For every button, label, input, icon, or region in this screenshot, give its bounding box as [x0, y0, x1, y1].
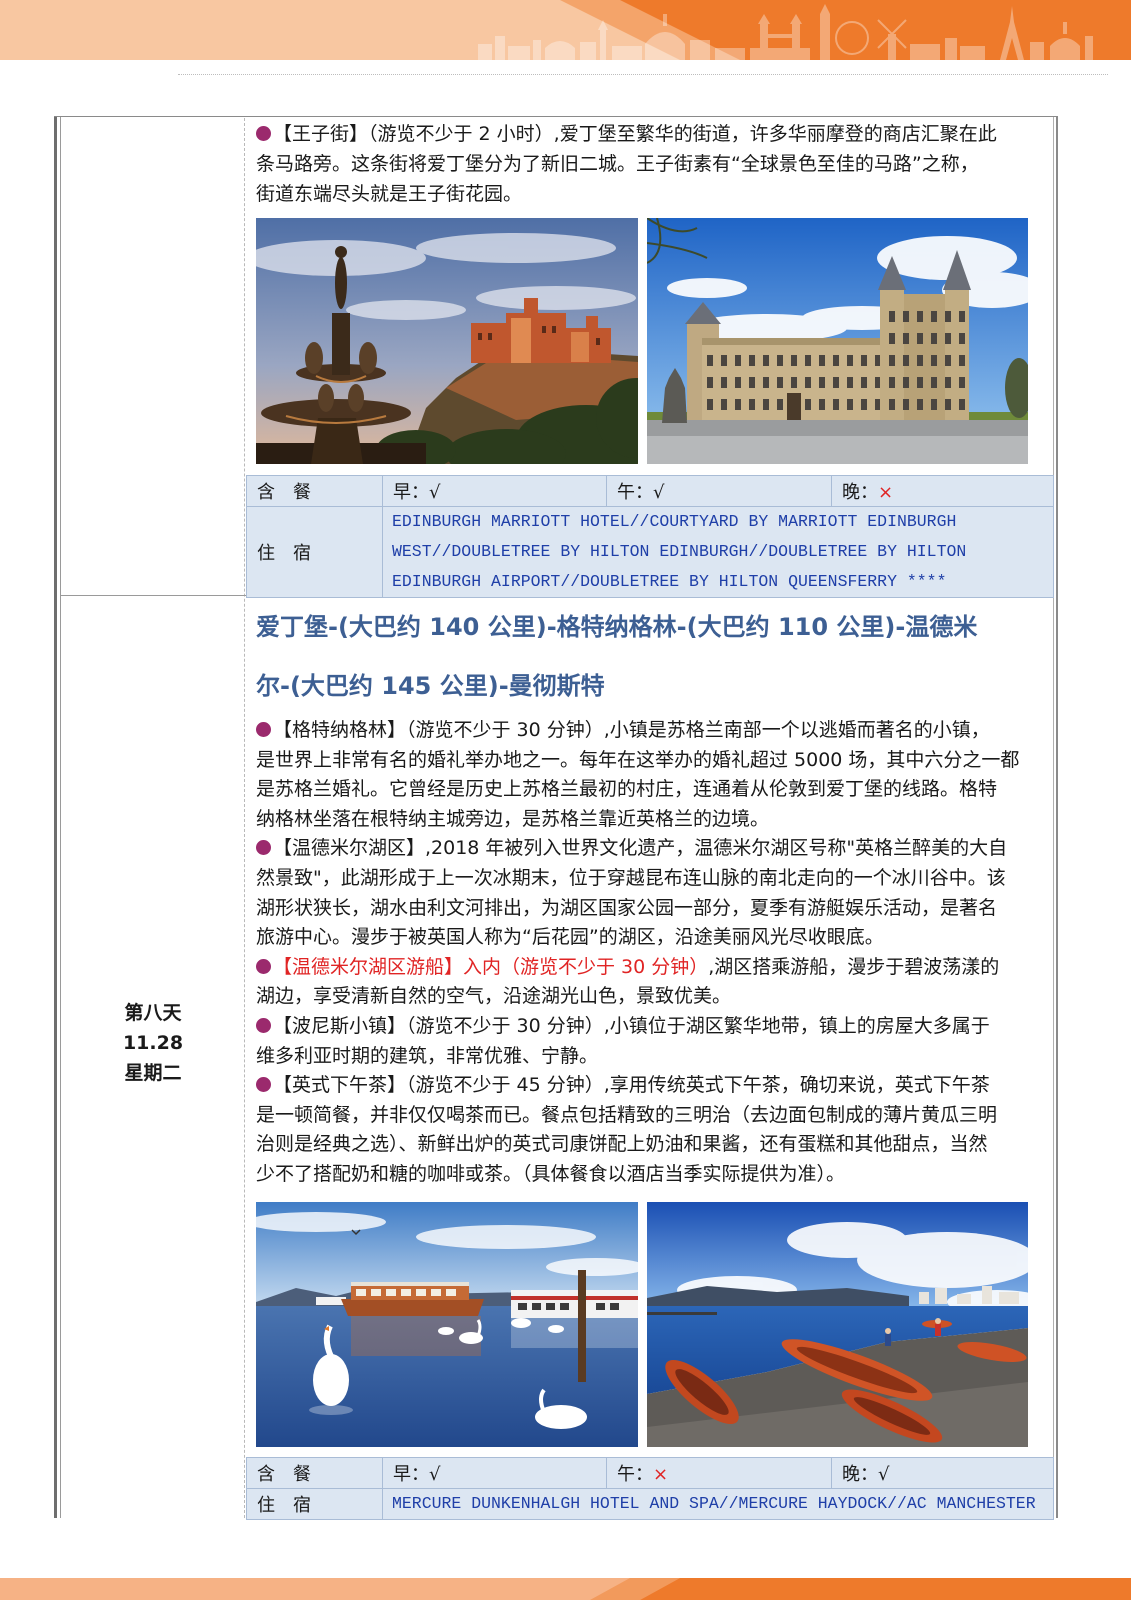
- footer-banner: [0, 1578, 1131, 1600]
- hotel-line: WEST//DOUBLETREE BY HILTON EDINBURGH//DO…: [392, 542, 967, 561]
- day7-prince-street-paragraph: 【王子街】（游览不少于 2 小时）,爱丁堡至繁华的街道，许多华丽摩登的商店汇聚在…: [256, 119, 1051, 209]
- breakfast-label: 早：: [393, 482, 429, 503]
- paragraph-line: 【王子街】（游览不少于 2 小时）,爱丁堡至繁华的街道，许多华丽摩登的商店汇聚在…: [256, 119, 1051, 149]
- row-separator: [60, 595, 246, 596]
- meal-row: 含 餐 早：√ 午：× 晚：√: [246, 1457, 1054, 1489]
- hotel-line: EDINBURGH MARRIOTT HOTEL//COURTYARD BY M…: [392, 512, 957, 531]
- hotel-label: 住 宿: [246, 506, 383, 598]
- hotel-row: 住 宿 MERCURE DUNKENHALGH HOTEL AND SPA//M…: [246, 1488, 1054, 1520]
- dinner-cross-icon: ×: [878, 482, 894, 503]
- paragraph-line: 是一顿简餐，并非仅仅喝茶而已。餐点包括精致的三明治（去边面包制成的薄片黄瓜三明: [256, 1103, 998, 1126]
- route-title-line: 尔-(大巴约 145 公里)-曼彻斯特: [256, 672, 605, 700]
- hotel-label: 住 宿: [246, 1488, 383, 1520]
- breakfast-check-icon: √: [429, 1464, 441, 1485]
- table-left-inner-border: [60, 117, 61, 1518]
- day7-meal-hotel-table: 含 餐 早：√ 午：√ 晚：× 住 宿 EDINBURGH MARRIOTT H…: [246, 475, 1054, 598]
- table-top-border: [54, 116, 1058, 117]
- dinner-label: 晚：: [842, 482, 878, 503]
- hotel-list: EDINBURGH MARRIOTT HOTEL//COURTYARD BY M…: [382, 506, 1054, 598]
- paragraph-line: 街道东端尽头就是王子街花园。: [256, 183, 523, 205]
- line-text: 【格特纳格林】（游览不少于 30 分钟）,小镇是苏格兰南部一个以逃婚而著名的小镇…: [273, 719, 990, 741]
- breakfast-check-icon: √: [429, 482, 441, 503]
- meal-label: 含 餐: [246, 1457, 383, 1489]
- lunch-label: 午：: [617, 482, 653, 503]
- hotel-row: 住 宿 EDINBURGH MARRIOTT HOTEL//COURTYARD …: [246, 506, 1054, 598]
- paragraph-line: 是苏格兰婚礼。它曾经是历史上苏格兰最初的村庄，连通着从伦敦到爱丁堡的线路。格特: [256, 778, 998, 801]
- lunch-check-icon: √: [653, 482, 665, 503]
- paragraph-line: 湖边，享受清新自然的空气，沿途湖光山色，景致优美。: [256, 985, 732, 1008]
- line-text: 【温德米尔湖区】,2018 年被列入世界文化遗产，温德米尔湖区号称"英格兰醉美的…: [273, 837, 1008, 860]
- itinerary-page: 【王子街】（游览不少于 2 小时）,爱丁堡至繁华的街道，许多华丽摩登的商店汇聚在…: [0, 0, 1131, 1600]
- dinner-label: 晚：: [842, 1464, 878, 1485]
- meal-label: 含 餐: [246, 475, 383, 507]
- paragraph-line: 湖形状狭长，湖水由利文河排出，为湖区国家公园一部分，夏季有游艇娱乐活动，是著名: [256, 896, 998, 919]
- lunch-cell: 午：×: [606, 1457, 832, 1489]
- day8-route-title: 爱丁堡-(大巴约 140 公里)-格特纳格林-(大巴约 110 公里)-温德米 …: [256, 598, 1051, 716]
- dinner-cell: 晚：√: [831, 1457, 1054, 1489]
- paragraph-line: 【格特纳格林】（游览不少于 30 分钟）,小镇是苏格兰南部一个以逃婚而著名的小镇…: [256, 716, 1051, 746]
- bullet-icon: [256, 126, 271, 141]
- photo-lake-swans-boats: [256, 1202, 638, 1447]
- paragraph-line: 然景致"，此湖形成于上一次冰期末，位于穿越昆布连山脉的南北走向的一个冰川谷中。该: [256, 866, 1006, 889]
- line-text: ,湖区搭乘游船，漫步于碧波荡漾的: [708, 955, 1000, 978]
- day8-label: 第八天 11.28 星期二: [60, 998, 246, 1088]
- lunch-cross-icon: ×: [653, 1464, 669, 1485]
- paragraph-line: 治则是经典之选）、新鲜出炉的英式司康饼配上奶油和果酱，还有蛋糕和其他甜点，当然: [256, 1133, 988, 1156]
- line-text: 【波尼斯小镇】（游览不少于 30 分钟）,小镇位于湖区繁华地带，镇上的房屋大多属…: [273, 1014, 990, 1037]
- column-separator: [244, 118, 245, 1518]
- photo-fountain-castle: [256, 218, 638, 464]
- paragraph-line: 少不了搭配奶和糖的咖啡或茶。（具体餐食以酒店当季实际提供为准）。: [256, 1162, 846, 1185]
- paragraph-line: 纳格林坐落在根特纳主城旁边，是苏格兰靠近英格兰的边境。: [256, 807, 770, 830]
- bullet-icon: [256, 1077, 271, 1093]
- day-number: 第八天: [124, 1002, 182, 1024]
- lunch-cell: 午：√: [606, 475, 832, 507]
- line-text: 【王子街】（游览不少于 2 小时）,爱丁堡至繁华的街道，许多华丽摩登的商店汇聚在…: [273, 123, 997, 145]
- day8-description: 【格特纳格林】（游览不少于 30 分钟）,小镇是苏格兰南部一个以逃婚而著名的小镇…: [256, 716, 1051, 1190]
- dinner-check-icon: √: [878, 1464, 890, 1485]
- header-divider: [178, 74, 1108, 75]
- breakfast-label: 早：: [393, 1464, 429, 1485]
- hotel-line: MERCURE DUNKENHALGH HOTEL AND SPA//MERCU…: [392, 1494, 1036, 1513]
- day-date: 11.28: [122, 1032, 184, 1054]
- paragraph-line: 【波尼斯小镇】（游览不少于 30 分钟）,小镇位于湖区繁华地带，镇上的房屋大多属…: [256, 1012, 1051, 1042]
- breakfast-cell: 早：√: [382, 1457, 607, 1489]
- meal-row: 含 餐 早：√ 午：√ 晚：×: [246, 475, 1054, 507]
- paragraph-line: 旅游中心。漫步于被英国人称为“后花园”的湖区，沿途美丽风光尽收眼底。: [256, 926, 884, 949]
- day8-meal-hotel-table: 含 餐 早：√ 午：× 晚：√ 住 宿 MERCURE DUNKENHALGH …: [246, 1457, 1054, 1520]
- bullet-icon: [256, 1017, 271, 1033]
- paragraph-line: 【温德米尔湖区游船】入内（游览不少于 30 分钟）,湖区搭乘游船，漫步于碧波荡漾…: [256, 953, 1051, 983]
- bullet-icon: [256, 958, 271, 974]
- hotel-line: EDINBURGH AIRPORT//DOUBLETREE BY HILTON …: [392, 572, 947, 591]
- paragraph-line: 【英式下午茶】（游览不少于 45 分钟）,享用传统英式下午茶，确切来说，英式下午…: [256, 1071, 1051, 1101]
- dinner-cell: 晚：×: [831, 475, 1054, 507]
- table-left-border: [54, 117, 57, 1518]
- breakfast-cell: 早：√: [382, 475, 607, 507]
- paragraph-line: 维多利亚时期的建筑，非常优雅、宁静。: [256, 1044, 599, 1067]
- bullet-icon: [256, 722, 271, 737]
- table-right-border: [1056, 117, 1058, 1518]
- photo-rowing-boats-shore: [647, 1202, 1028, 1447]
- header-banner: [0, 0, 1131, 60]
- bullet-icon: [256, 840, 271, 856]
- paragraph-line: 【温德米尔湖区】,2018 年被列入世界文化遗产，温德米尔湖区号称"英格兰醉美的…: [256, 834, 1051, 864]
- line-text: 【英式下午茶】（游览不少于 45 分钟）,享用传统英式下午茶，确切来说，英式下午…: [273, 1074, 990, 1097]
- day-weekday: 星期二: [124, 1062, 182, 1084]
- paragraph-line: 条马路旁。这条街将爱丁堡分为了新旧二城。王子街素有“全球景色至佳的马路”之称，: [256, 153, 979, 175]
- hotel-list: MERCURE DUNKENHALGH HOTEL AND SPA//MERCU…: [382, 1488, 1054, 1520]
- route-title-line: 爱丁堡-(大巴约 140 公里)-格特纳格林-(大巴约 110 公里)-温德米: [256, 613, 978, 641]
- highlight-text: 【温德米尔湖区游船】入内（游览不少于 30 分钟）: [273, 955, 709, 978]
- paragraph-line: 是世界上非常有名的婚礼举办地之一。每年在这举办的婚礼超过 5000 场，其中六分…: [256, 748, 1020, 771]
- table-right-inner-border: [1053, 117, 1054, 1518]
- photo-holyrood-palace: [647, 218, 1028, 464]
- lunch-label: 午：: [617, 1464, 653, 1485]
